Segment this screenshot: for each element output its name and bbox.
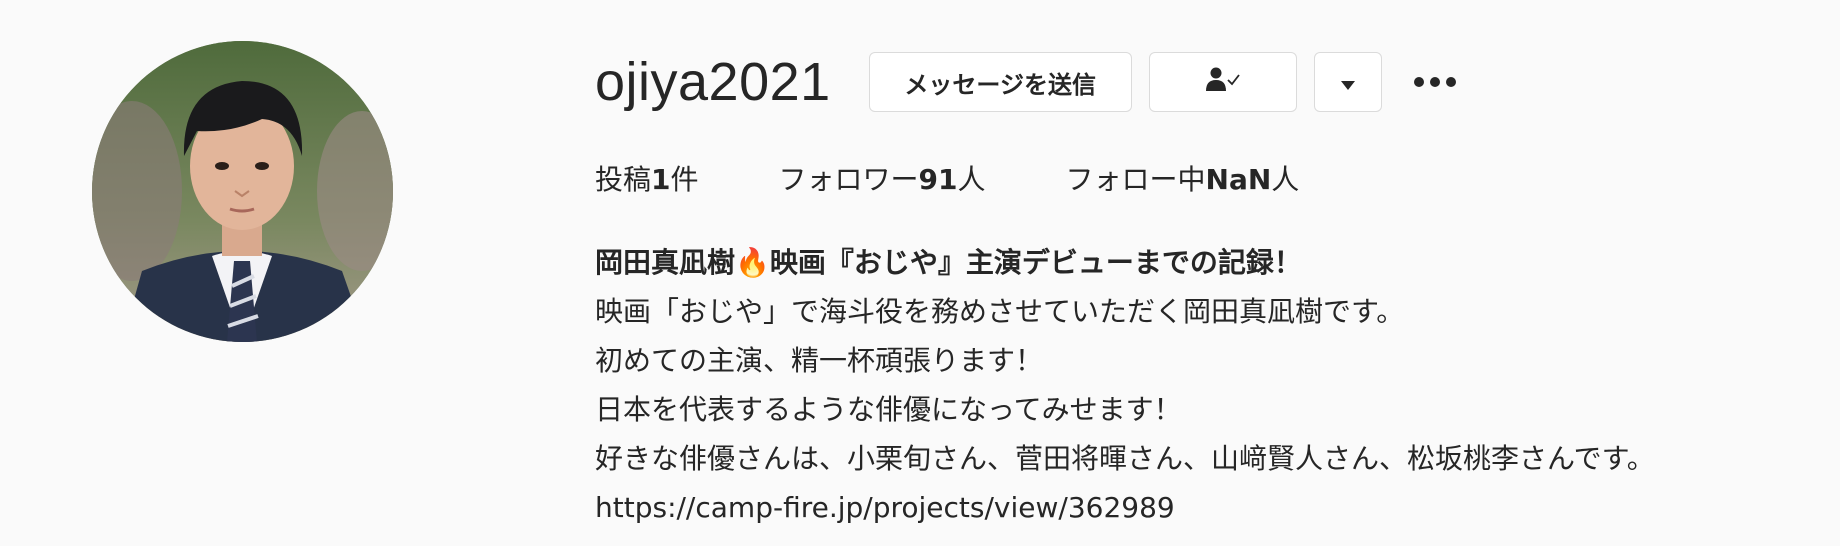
avatar-image [92, 41, 393, 342]
followers-count: 91 [918, 163, 958, 196]
bio-name-line: 岡田真凪樹🔥映画『おじや』主演デビューまでの記録！ [595, 238, 1655, 287]
bio-line: 好きな俳優さんは、小栗旬さん、菅田将暉さん、山﨑賢人さん、松坂桃李さんです。 [595, 442, 1655, 475]
posts-unit: 件 [670, 163, 699, 196]
send-message-button[interactable]: メッセージを送信 [868, 52, 1132, 112]
following-button[interactable] [1148, 52, 1297, 112]
bio-link-line: https://camp-fire.jp/projects/view/36298… [595, 483, 1655, 532]
following-label: フォロー中 [1065, 163, 1206, 196]
bio-headline: 映画『おじや』主演デビューまでの記録！ [769, 246, 1302, 279]
suggested-accounts-dropdown-button[interactable] [1313, 52, 1382, 112]
followers-stat[interactable]: フォロワー91人 [779, 160, 986, 200]
caret-down-icon [1340, 68, 1355, 96]
bio-line: 初めての主演、精一杯頑張ります！ [595, 344, 1044, 377]
person-check-icon [1205, 66, 1240, 98]
more-options-icon[interactable] [1410, 52, 1460, 112]
following-count: NaN [1205, 163, 1272, 196]
username: ojiya2021 [595, 52, 831, 112]
bio-line: 映画「おじや」で海斗役を務めさせていただく岡田真凪樹です。 [595, 295, 1405, 328]
profile-stats: 投稿1件 フォロワー91人 フォロー中NaN人 [595, 160, 1379, 200]
bio-link[interactable]: https://camp-fire.jp/projects/view/36298… [595, 491, 1175, 524]
profile-title-row: ojiya2021 メッセージを送信 [595, 50, 1460, 114]
posts-stat: 投稿1件 [595, 160, 699, 200]
posts-label: 投稿 [595, 163, 652, 196]
following-stat[interactable]: フォロー中NaN人 [1066, 160, 1300, 200]
profile-header: ojiya2021 メッセージを送信 投稿1件 フォロワー91人 フォロー中Na… [0, 0, 1840, 546]
following-unit: 人 [1271, 163, 1300, 196]
posts-count: 1 [651, 163, 671, 196]
more-dot [1429, 77, 1440, 87]
more-dot [1413, 77, 1424, 87]
followers-label: フォロワー [778, 163, 919, 196]
more-dot [1445, 77, 1456, 87]
avatar[interactable] [92, 41, 393, 342]
profile-bio: 岡田真凪樹🔥映画『おじや』主演デビューまでの記録！ 映画「おじや」で海斗役を務め… [595, 238, 1655, 532]
followers-unit: 人 [957, 163, 986, 196]
fire-emoji: 🔥 [735, 246, 770, 279]
bio-line: 日本を代表するような俳優になってみせます！ [595, 393, 1182, 426]
bio-full-name: 岡田真凪樹 [595, 246, 736, 279]
